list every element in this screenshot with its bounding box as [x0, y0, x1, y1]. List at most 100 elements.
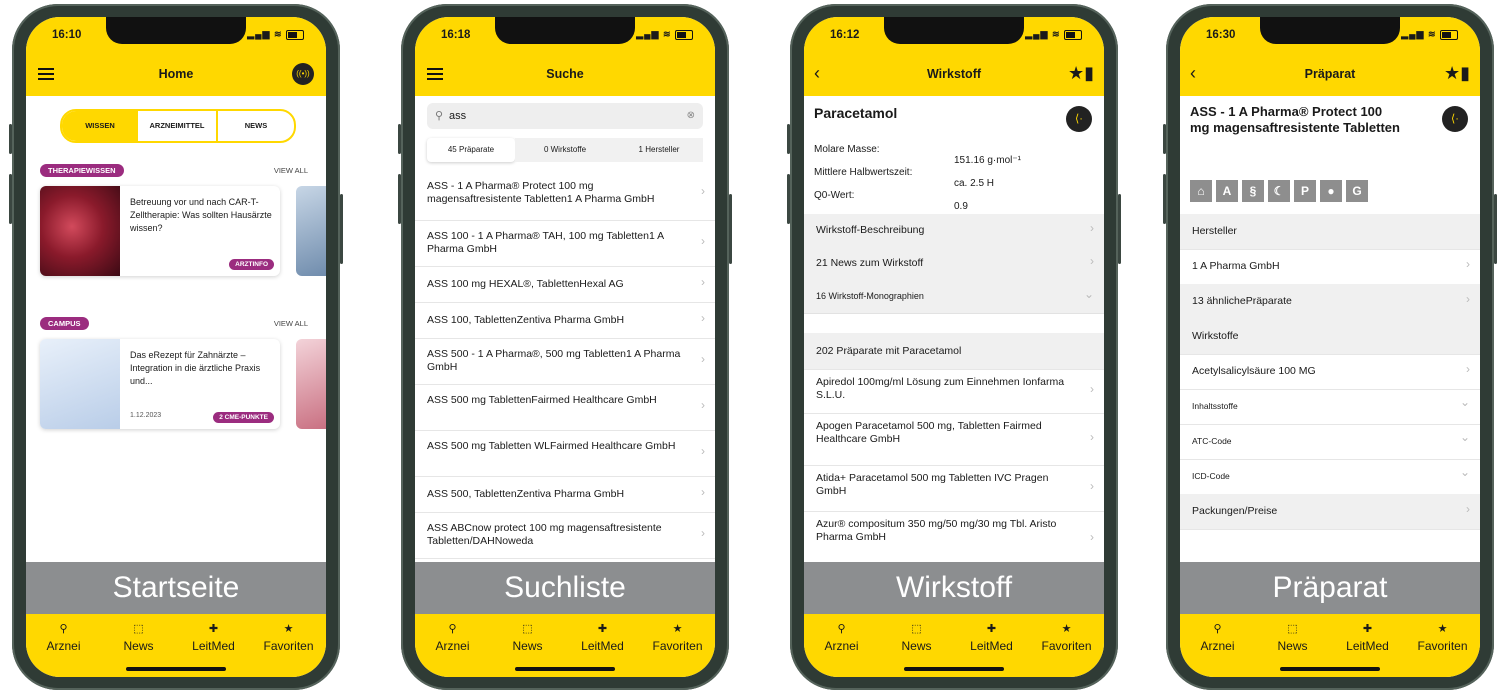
next-card-peek[interactable]: [296, 339, 326, 429]
detail-text: Hersteller: [1192, 225, 1237, 237]
status-icons: ▂▄▆ ≋: [1025, 29, 1082, 40]
result-row[interactable]: ASS 500 mg TablettenFairmed Healthcare G…: [415, 384, 715, 431]
search-icon: ⚲: [59, 623, 68, 635]
search-input[interactable]: ⚲ ass ⊗: [427, 103, 703, 129]
view-all-link[interactable]: VIEW ALL: [274, 319, 308, 328]
tab-leitmed[interactable]: ✚ LeitMed: [176, 622, 251, 653]
tab-leitmed[interactable]: ✚ LeitMed: [565, 622, 640, 653]
result-row[interactable]: ASS 500, TablettenZentiva Pharma GmbH ›: [415, 476, 715, 513]
favorite-doc-icons[interactable]: ★▮: [1444, 63, 1470, 84]
property-row: Mittlere Halbwertszeit: ca. 2.5 H: [814, 167, 1094, 189]
article-card[interactable]: Das eRezept für Zahnärzte – Integration …: [40, 339, 280, 429]
side-button: [787, 174, 790, 224]
result-row[interactable]: ASS ABCnow protect 100 mg magensaftresis…: [415, 512, 715, 559]
side-button: [1163, 124, 1166, 154]
detail-row[interactable]: 1 A Pharma GmbH ›: [1180, 249, 1480, 285]
product-row[interactable]: Azur® compositum 350 mg/50 mg/30 mg Tbl.…: [804, 511, 1104, 566]
share-icon[interactable]: ⟨·: [1442, 106, 1468, 132]
caption: Wirkstoff: [804, 562, 1104, 614]
battery-icon: [675, 29, 693, 40]
detail-row[interactable]: Acetylsalicylsäure 100 MG ›: [1180, 354, 1480, 390]
side-button: [1163, 174, 1166, 224]
detail-text: Acetylsalicylsäure 100 MG: [1192, 365, 1316, 377]
tab-label: News: [123, 639, 154, 653]
chevron-icon: ›: [1090, 479, 1094, 493]
share-icon[interactable]: ⟨·: [1066, 106, 1092, 132]
product-row[interactable]: Apogen Paracetamol 500 mg, Tabletten Fai…: [804, 413, 1104, 466]
notch: [106, 17, 246, 44]
result-text: ASS - 1 A Pharma® Protect 100 mg magensa…: [427, 180, 655, 205]
detail-row[interactable]: 13 ähnlichePräparate ›: [1180, 284, 1480, 320]
article-image: [40, 339, 120, 429]
next-card-peek[interactable]: [296, 186, 326, 276]
tab-favoriten[interactable]: ★ Favoriten: [640, 622, 715, 653]
screen: 16:30 ▂▄▆ ≋ ‹ Präparat ★▮ ASS - 1 A Phar…: [1180, 17, 1480, 677]
filter-wirkstoffe[interactable]: 0 Wirkstoffe: [515, 138, 615, 162]
result-text: ASS 500 mg TablettenFairmed Healthcare G…: [427, 394, 657, 406]
result-row[interactable]: ASS 100, TablettenZentiva Pharma GmbH ›: [415, 302, 715, 339]
result-row[interactable]: ASS - 1 A Pharma® Protect 100 mg magensa…: [415, 166, 715, 221]
chevron-icon: ›: [701, 311, 705, 325]
tab-arznei[interactable]: ⚲ Arznei: [804, 622, 879, 653]
tab-favoriten[interactable]: ★ Favoriten: [1029, 622, 1104, 653]
clear-icon[interactable]: ⊗: [687, 103, 695, 129]
search-icon: ⚲: [435, 110, 444, 122]
tab-leitmed[interactable]: ✚ LeitMed: [1330, 622, 1405, 653]
chevron-icon: ›: [1090, 221, 1094, 235]
view-all-link[interactable]: VIEW ALL: [274, 166, 308, 175]
phone-suche: 16:18 ▂▄▆ ≋ Suche ⚲ ass ⊗ 45 Präparate 0…: [398, 4, 732, 690]
tab-favoriten[interactable]: ★ Favoriten: [1405, 622, 1480, 653]
article-title: Das eRezept für Zahnärzte – Integration …: [130, 350, 261, 386]
favorite-doc-icons[interactable]: ★▮: [1068, 63, 1094, 84]
battery-icon: [1440, 29, 1458, 40]
search-icon: ⚲: [837, 623, 846, 635]
tab-news[interactable]: ⬚ News: [879, 622, 954, 653]
detail-row[interactable]: ATC-Code ⌄: [1180, 424, 1480, 460]
notch: [884, 17, 1024, 44]
article-card[interactable]: Betreuung vor und nach CAR-T-Zelltherapi…: [40, 186, 280, 276]
section-row[interactable]: 16 Wirkstoff-Monographien ⌄: [804, 280, 1104, 314]
product-text: Apogen Paracetamol 500 mg, Tabletten Fai…: [816, 420, 1042, 445]
page-title: Wirkstoff: [926, 67, 982, 81]
tab-arznei[interactable]: ⚲ Arznei: [1180, 622, 1255, 653]
detail-text: ICD-Code: [1192, 471, 1230, 481]
segment-news[interactable]: NEWS: [218, 111, 294, 141]
section-row[interactable]: Wirkstoff-Beschreibung ›: [804, 214, 1104, 248]
result-row[interactable]: ASS 500 mg Tabletten WLFairmed Healthcar…: [415, 430, 715, 477]
tab-arznei[interactable]: ⚲ Arznei: [415, 622, 490, 653]
tab-favoriten[interactable]: ★ Favoriten: [251, 622, 326, 653]
search-query: ass: [449, 110, 467, 122]
filter-praeparate[interactable]: 45 Präparate: [427, 138, 515, 162]
search-icon: ⚲: [1213, 623, 1222, 635]
home-indicator: [126, 667, 226, 671]
tab-news[interactable]: ⬚ News: [1255, 622, 1330, 653]
result-row[interactable]: ASS 100 - 1 A Pharma® TAH, 100 mg Tablet…: [415, 220, 715, 267]
result-row[interactable]: ASS 500 - 1 A Pharma®, 500 mg Tabletten1…: [415, 338, 715, 385]
product-text: Apiredol 100mg/ml Lösung zum Einnehmen I…: [816, 376, 1065, 401]
tab-arznei[interactable]: ⚲ Arznei: [26, 622, 101, 653]
product-row[interactable]: Apiredol 100mg/ml Lösung zum Einnehmen I…: [804, 369, 1104, 414]
status-time: 16:30: [1206, 29, 1236, 41]
segment-arzneimittel[interactable]: ARZNEIMITTEL: [138, 111, 218, 141]
tab-news[interactable]: ⬚ News: [101, 622, 176, 653]
segment-control: WISSEN ARZNEIMITTEL NEWS: [60, 109, 296, 143]
profile-icon[interactable]: ((•)): [292, 63, 314, 85]
product-row[interactable]: Atida+ Paracetamol 500 mg Tabletten IVC …: [804, 465, 1104, 512]
detail-row[interactable]: Inhaltsstoffe ⌄: [1180, 389, 1480, 425]
detail-row[interactable]: Packungen/Preise ›: [1180, 494, 1480, 530]
chevron-icon: ›: [1466, 292, 1470, 306]
side-button: [729, 194, 732, 264]
filter-hersteller[interactable]: 1 Hersteller: [615, 138, 703, 162]
tab-news[interactable]: ⬚ News: [490, 622, 565, 653]
detail-row[interactable]: ICD-Code ⌄: [1180, 459, 1480, 495]
cross-icon: ✚: [597, 623, 608, 635]
pregnancy-icon: §: [1242, 180, 1264, 202]
tab-label: Favoriten: [652, 639, 703, 653]
detail-row: Hersteller: [1180, 214, 1480, 250]
section-row[interactable]: 21 News zum Wirkstoff ›: [804, 247, 1104, 281]
search-content: ⚲ ass ⊗ 45 Präparate 0 Wirkstoffe 1 Hers…: [415, 96, 715, 566]
result-row[interactable]: ASS 100 mg HEXAL®, TablettenHexal AG ›: [415, 266, 715, 303]
segment-wissen[interactable]: WISSEN: [62, 111, 138, 141]
tab-leitmed[interactable]: ✚ LeitMed: [954, 622, 1029, 653]
home-content: WISSEN ARZNEIMITTEL NEWS THERAPIEWISSEN …: [26, 96, 326, 566]
